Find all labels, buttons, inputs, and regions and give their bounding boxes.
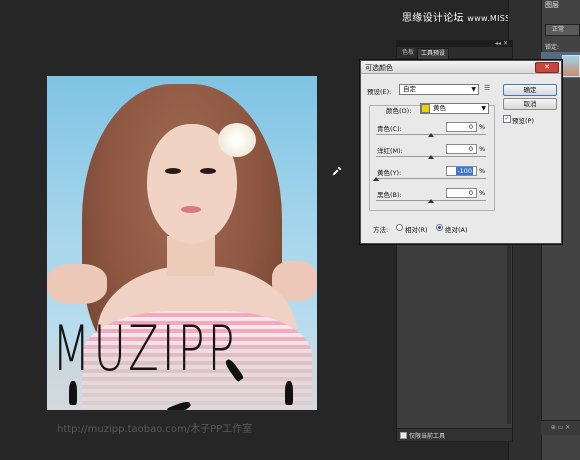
selective-color-dialog: 可选颜色 ✕ 预设(E): 自定 ▼ ☰ 确定 取消 ✓ 预览(P) 颜色(O)…: [360, 60, 562, 244]
black-slider-thumb[interactable]: [428, 199, 434, 203]
layers-footer-icons[interactable]: ⊕ ▭ ✕: [541, 420, 580, 435]
cyan-unit: %: [479, 123, 486, 131]
magenta-slider-thumb[interactable]: [428, 155, 434, 159]
preset-value: 自定: [403, 85, 416, 93]
photo-url-watermark: http://muzipp.taobao.com/木子PP工作室: [57, 424, 253, 435]
tab-tool-presets[interactable]: 工具预设: [417, 48, 450, 59]
photo-arm-left: [47, 264, 107, 304]
absolute-radio[interactable]: [436, 224, 443, 231]
black-unit: %: [479, 189, 486, 197]
current-tool-only-checkbox[interactable]: 仅限当前工具: [400, 431, 445, 440]
chevron-down-icon: ▼: [481, 105, 486, 112]
layers-tab[interactable]: 图层: [545, 0, 559, 10]
presets-footer: 仅限当前工具: [397, 428, 512, 441]
dialog-titlebar[interactable]: 可选颜色 ✕: [361, 61, 561, 74]
colors-select[interactable]: 黄色 ▼: [420, 103, 489, 114]
menu-list-icon[interactable]: ☰: [484, 84, 490, 92]
relative-label: 相对(R): [405, 226, 428, 234]
colors-label: 颜色(O):: [386, 107, 412, 115]
relative-radio[interactable]: [396, 224, 403, 231]
colors-value: 黄色: [433, 104, 446, 112]
preview-label: 预览(P): [512, 117, 534, 125]
tab-swatches[interactable]: 色板: [399, 48, 417, 58]
preset-label: 预设(E):: [367, 88, 392, 96]
photo-eye-right: [200, 168, 216, 174]
yellow-value: -100: [456, 167, 473, 175]
yellow-unit: %: [479, 167, 486, 175]
black-value: 0: [468, 189, 473, 197]
chevron-down-icon: ▼: [471, 86, 476, 93]
presets-tabs: 色板 工具预设: [397, 47, 512, 59]
eyedropper-icon: [331, 165, 343, 177]
cyan-label: 青色(C):: [377, 125, 402, 133]
black-input[interactable]: 0: [446, 188, 477, 198]
cyan-input[interactable]: 0: [446, 122, 477, 132]
yellow-slider[interactable]: [376, 178, 486, 179]
silhouette-figure: [285, 381, 293, 405]
close-button[interactable]: ✕: [535, 62, 559, 73]
absolute-label: 绝对(A): [445, 226, 468, 234]
brand-logo-text: MUZIPP: [52, 312, 238, 385]
panel-collapse-icon[interactable]: ◂◂ ✕: [495, 40, 508, 47]
magenta-input[interactable]: 0: [446, 144, 477, 154]
magenta-label: 洋红(M):: [377, 147, 403, 155]
yellow-slider-thumb[interactable]: [373, 177, 379, 181]
colors-swatch: [421, 104, 430, 113]
ok-button[interactable]: 确定: [503, 84, 557, 96]
checkbox-box[interactable]: [400, 432, 407, 439]
site-name: 思缘设计论坛: [402, 13, 464, 24]
cancel-button[interactable]: 取消: [503, 98, 557, 110]
layer-thumbnail[interactable]: [562, 55, 580, 77]
photo-eye-left: [165, 168, 181, 174]
black-label: 黑色(B):: [377, 191, 402, 199]
cyan-value: 0: [468, 123, 473, 131]
yellow-input[interactable]: -100: [446, 166, 477, 176]
photo-lips: [181, 206, 201, 213]
preview-checkbox[interactable]: ✓: [503, 115, 511, 123]
dialog-title: 可选颜色: [365, 64, 393, 72]
blend-mode-select[interactable]: 正常: [545, 24, 580, 36]
lock-label: 锁定:: [545, 44, 560, 51]
yellow-label: 黄色(Y):: [377, 169, 402, 177]
magenta-unit: %: [479, 145, 486, 153]
photo-flower: [218, 123, 256, 157]
cyan-slider-thumb[interactable]: [428, 133, 434, 137]
current-tool-only-label: 仅限当前工具: [409, 433, 446, 440]
method-label: 方法:: [373, 226, 389, 234]
magenta-value: 0: [468, 145, 473, 153]
preset-select[interactable]: 自定 ▼: [399, 84, 479, 95]
